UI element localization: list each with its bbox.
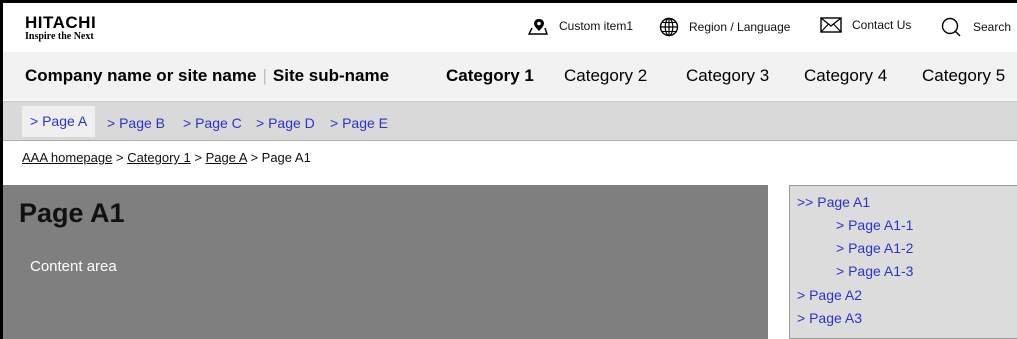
search-link[interactable]: Search — [941, 17, 1011, 37]
side-nav-page-a1-1[interactable]: > Page A1-1 — [836, 217, 913, 233]
main-content: Page A1 Content area — [3, 185, 768, 339]
region-language-link[interactable]: Region / Language — [659, 17, 790, 37]
region-language-label: Region / Language — [689, 20, 791, 34]
logo-brand: HITACHI — [25, 13, 97, 32]
global-nav: Company name or site name | Site sub-name … — [3, 52, 1017, 100]
side-nav-page-a2[interactable]: > Page A2 — [797, 287, 862, 303]
utility-bar: HITACHI Inspire the Next Custom item1 Re… — [3, 3, 1017, 52]
site-name-separator: | — [262, 66, 267, 85]
category-1-tab[interactable]: Category 1 — [446, 66, 534, 86]
breadcrumb-page-a-link[interactable]: Page A — [206, 150, 247, 165]
local-nav: > Page A > Page B > Page C > Page D > Pa… — [3, 101, 1017, 141]
category-5-tab[interactable]: Category 5 — [922, 66, 1005, 86]
search-icon — [941, 17, 961, 37]
breadcrumb-current: Page A1 — [261, 150, 311, 165]
contact-us-link[interactable]: Contact Us — [820, 17, 911, 33]
side-nav-page-a3[interactable]: > Page A3 — [797, 310, 862, 326]
site-title[interactable]: Company name or site name | Site sub-name — [25, 66, 389, 86]
breadcrumb-category-link[interactable]: Category 1 — [127, 150, 191, 165]
local-nav-page-b[interactable]: > Page B — [107, 115, 165, 131]
location-pin-icon — [527, 19, 548, 35]
side-nav-page-a1-3[interactable]: > Page A1-3 — [836, 263, 913, 279]
breadcrumb-separator: > — [246, 150, 262, 165]
breadcrumb: AAA homepage > Category 1 > Page A > Pag… — [22, 150, 311, 165]
local-nav-page-a[interactable]: > Page A — [22, 106, 96, 137]
site-name: Company name or site name — [25, 66, 257, 85]
page-title: Page A1 — [19, 198, 125, 228]
breadcrumb-home-link[interactable]: AAA homepage — [22, 150, 112, 165]
category-2-tab[interactable]: Category 2 — [564, 66, 647, 86]
custom-item1-link[interactable]: Custom item1 — [527, 17, 633, 35]
side-nav: >> Page A1 > Page A1-1 > Page A1-2 > Pag… — [789, 185, 1017, 339]
mail-icon — [820, 17, 842, 33]
local-nav-page-d[interactable]: > Page D — [256, 115, 315, 131]
side-nav-page-a1[interactable]: >> Page A1 — [797, 194, 870, 210]
category-3-tab[interactable]: Category 3 — [686, 66, 769, 86]
contact-us-label: Contact Us — [852, 18, 912, 32]
globe-icon — [659, 17, 679, 37]
side-nav-page-a1-2[interactable]: > Page A1-2 — [836, 240, 913, 256]
local-nav-page-c[interactable]: > Page C — [183, 115, 242, 131]
logo-tagline: Inspire the Next — [25, 31, 94, 42]
breadcrumb-separator: > — [112, 150, 128, 165]
local-nav-page-e[interactable]: > Page E — [330, 115, 388, 131]
hitachi-logo[interactable]: HITACHI Inspire the Next — [25, 13, 97, 42]
content-area-text: Content area — [30, 258, 117, 275]
category-4-tab[interactable]: Category 4 — [804, 66, 887, 86]
custom-item1-label: Custom item1 — [559, 19, 634, 33]
search-label: Search — [973, 20, 1012, 34]
breadcrumb-separator: > — [190, 150, 206, 165]
site-subname: Site sub-name — [272, 66, 390, 85]
